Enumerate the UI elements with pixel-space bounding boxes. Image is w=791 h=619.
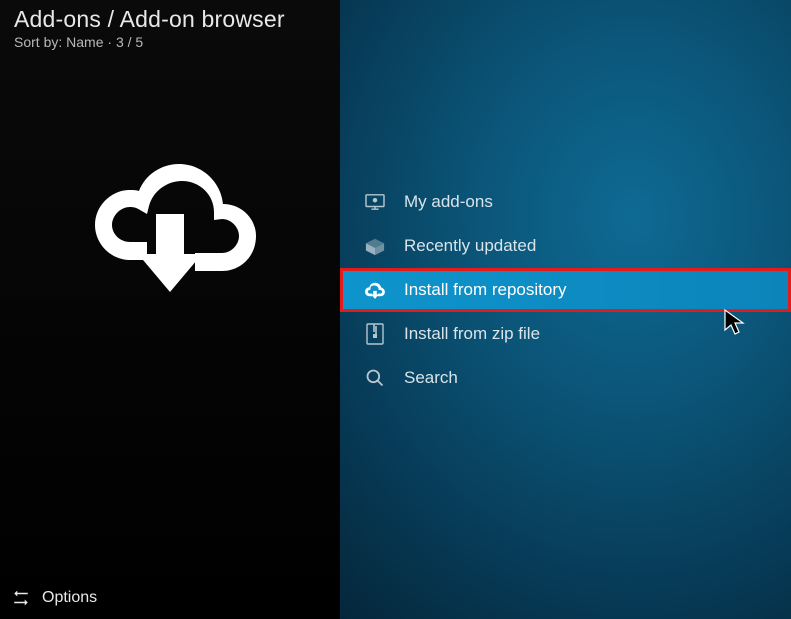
- zip-icon: [364, 323, 386, 345]
- cloud-download-icon: [364, 279, 386, 301]
- section-illustration: [0, 54, 340, 579]
- options-icon: [12, 589, 30, 607]
- sort-label: Sort by:: [14, 34, 62, 50]
- menu-item-install-from-repository[interactable]: Install from repository: [340, 268, 791, 312]
- menu-list: My add-ons Recently updated Install from r…: [340, 180, 791, 400]
- options-button[interactable]: Options: [0, 579, 340, 619]
- sort-line: Sort by: Name · 3 / 5: [14, 34, 326, 50]
- breadcrumb: Add-ons / Add-on browser: [14, 6, 326, 33]
- main-panel: My add-ons Recently updated Install from r…: [340, 0, 791, 619]
- cloud-download-large-icon: [80, 154, 260, 294]
- options-label: Options: [42, 589, 97, 607]
- box-open-icon: [364, 235, 386, 257]
- menu-item-label: Install from zip file: [404, 324, 540, 344]
- menu-item-label: My add-ons: [404, 192, 493, 212]
- menu-item-recently-updated[interactable]: Recently updated: [340, 224, 791, 268]
- menu-item-label: Recently updated: [404, 236, 536, 256]
- sort-separator: ·: [107, 34, 116, 50]
- sidebar: Add-ons / Add-on browser Sort by: Name ·…: [0, 0, 340, 619]
- menu-item-my-add-ons[interactable]: My add-ons: [340, 180, 791, 224]
- search-icon: [364, 367, 386, 389]
- screen-icon: [364, 191, 386, 213]
- menu-item-install-from-zip-file[interactable]: Install from zip file: [340, 312, 791, 356]
- sort-value: Name: [66, 34, 103, 50]
- header: Add-ons / Add-on browser Sort by: Name ·…: [0, 0, 340, 54]
- position-indicator: 3 / 5: [116, 34, 143, 50]
- menu-item-label: Install from repository: [404, 280, 567, 300]
- menu-item-search[interactable]: Search: [340, 356, 791, 400]
- menu-item-label: Search: [404, 368, 458, 388]
